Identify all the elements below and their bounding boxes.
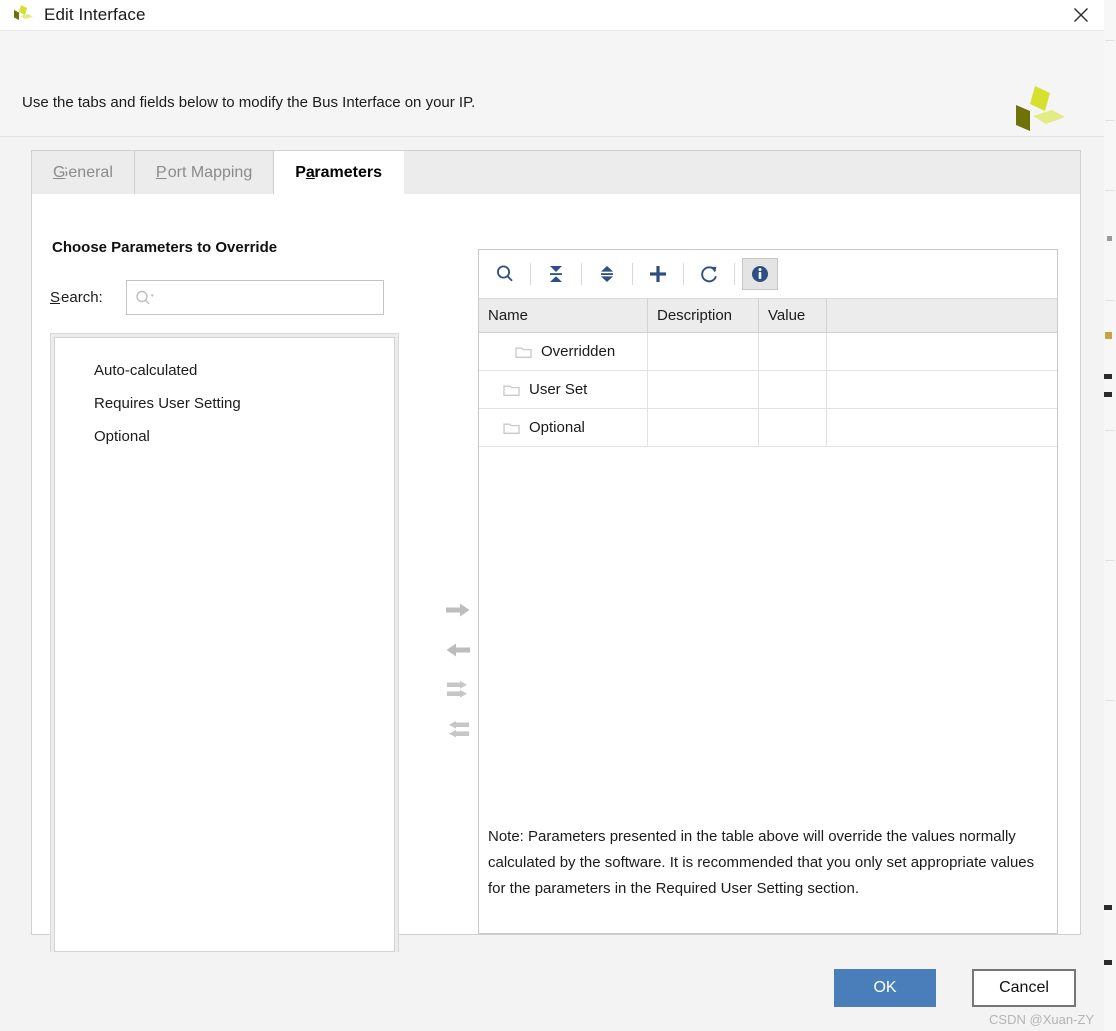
parameters-note: Note: Parameters presented in the table …	[488, 828, 1035, 897]
add-button[interactable]	[640, 258, 676, 290]
collapse-all-button[interactable]	[538, 258, 574, 290]
column-header-description[interactable]: Description	[648, 299, 759, 332]
cell-description	[648, 409, 759, 446]
tab-strip: G General P Port Mapping Pa Parameters	[32, 151, 1080, 194]
tab-port-mapping-label: Port Mapping	[157, 163, 253, 181]
choose-parameters-section: Choose Parameters to Override SSearch: A…	[50, 195, 435, 956]
search-icon	[135, 290, 155, 306]
cell-blank	[827, 371, 1057, 408]
search-label: SSearch:	[50, 289, 103, 306]
header-description: Use the tabs and fields below to modify …	[22, 94, 476, 111]
watermark: CSDN @Xuan-ZY	[989, 1012, 1094, 1027]
tab-strip-filler	[404, 151, 1080, 194]
row-label: Overridden	[541, 343, 616, 360]
title-bar: Edit Interface	[0, 0, 1104, 31]
toolbar-separator	[683, 263, 684, 285]
list-item[interactable]: Requires User Setting	[55, 387, 394, 420]
tab-general[interactable]: G General	[32, 151, 135, 194]
folder-icon	[503, 421, 520, 435]
refresh-icon	[701, 266, 717, 283]
parameters-tab-panel: G General P Port Mapping Pa Parameters Choo…	[31, 150, 1081, 956]
search-icon	[497, 265, 513, 282]
arrow-left-icon	[446, 643, 470, 657]
cancel-button[interactable]: Cancel	[972, 969, 1076, 1007]
column-header-blank	[827, 299, 1057, 332]
double-arrow-left-icon	[449, 721, 469, 738]
dialog-footer: OK Cancel CSDN @Xuan-ZY	[0, 952, 1104, 1031]
tab-content: Choose Parameters to Override SSearch: A…	[32, 194, 1080, 956]
search-field-wrapper[interactable]	[126, 280, 384, 315]
cell-blank	[827, 333, 1057, 370]
tab-parameters[interactable]: Pa Parameters	[274, 151, 404, 194]
tab-port-mapping[interactable]: P Port Mapping	[135, 151, 275, 194]
section-title: Choose Parameters to Override	[52, 239, 278, 256]
cell-name: Optional	[479, 409, 648, 446]
parameters-toolbar	[479, 250, 1057, 299]
parameters-table-header: Name Description Value	[479, 299, 1057, 333]
cell-value	[759, 371, 827, 408]
plus-icon	[650, 266, 666, 282]
available-parameters-list: Auto-calculated Requires User Setting Op…	[50, 333, 399, 956]
pinwheel-logo-icon	[14, 5, 33, 20]
expand-all-button[interactable]	[589, 258, 625, 290]
pinwheel-logo-large-icon	[1016, 86, 1065, 131]
folder-icon	[503, 383, 520, 397]
table-row[interactable]: Overridden	[479, 333, 1057, 371]
cell-name: User Set	[479, 371, 648, 408]
ok-button[interactable]: OK	[834, 969, 936, 1007]
dialog-header: Use the tabs and fields below to modify …	[0, 31, 1104, 137]
expand-all-icon	[601, 266, 613, 282]
parameters-table-body: Overridden User Set Optional	[479, 333, 1057, 447]
override-parameters-panel: Name Description Value Overridden User S…	[478, 249, 1058, 934]
row-label: Optional	[529, 419, 585, 436]
toolbar-separator	[530, 263, 531, 285]
search-input[interactable]	[155, 281, 383, 314]
cell-description	[648, 371, 759, 408]
collapse-all-icon	[550, 266, 562, 282]
info-icon	[752, 266, 768, 282]
cell-blank	[827, 409, 1057, 446]
search-button[interactable]	[487, 258, 523, 290]
search-row: SSearch:	[50, 280, 435, 315]
background-window-edge	[1103, 0, 1116, 1031]
toolbar-separator	[632, 263, 633, 285]
move-all-left-button[interactable]	[441, 710, 475, 750]
double-arrow-right-icon	[447, 681, 467, 698]
edit-interface-dialog: Edit Interface Use the tabs and fields b…	[0, 0, 1104, 1031]
available-parameters-list-inner[interactable]: Auto-calculated Requires User Setting Op…	[54, 337, 395, 952]
cell-description	[648, 333, 759, 370]
info-button[interactable]	[742, 258, 778, 290]
column-header-value[interactable]: Value	[759, 299, 827, 332]
arrow-right-icon	[446, 603, 470, 617]
move-all-right-button[interactable]	[441, 670, 475, 710]
table-row[interactable]: Optional	[479, 409, 1057, 447]
window-title: Edit Interface	[44, 5, 146, 24]
column-header-name[interactable]: Name	[479, 299, 648, 332]
toolbar-separator	[581, 263, 582, 285]
folder-icon	[515, 345, 532, 359]
transfer-button-group	[436, 590, 480, 750]
move-left-button[interactable]	[441, 630, 475, 670]
cell-value	[759, 333, 827, 370]
cell-name: Overridden	[479, 333, 648, 370]
list-item[interactable]: Optional	[55, 420, 394, 453]
close-icon[interactable]	[1058, 0, 1104, 30]
cell-value	[759, 409, 827, 446]
list-item[interactable]: Auto-calculated	[55, 354, 394, 387]
refresh-button[interactable]	[691, 258, 727, 290]
toolbar-separator	[734, 263, 735, 285]
row-label: User Set	[529, 381, 588, 398]
move-right-button[interactable]	[441, 590, 475, 630]
table-row[interactable]: User Set	[479, 371, 1057, 409]
